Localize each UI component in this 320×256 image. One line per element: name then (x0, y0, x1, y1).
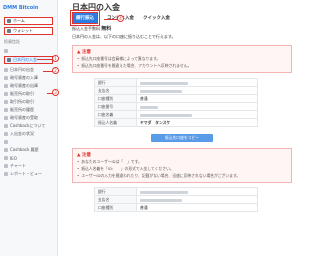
menu-icon (4, 116, 8, 120)
menu-icon (4, 148, 8, 152)
menu-icon (4, 156, 8, 160)
callout-arrow (104, 19, 118, 20)
table-row: 口座種別 普通 (94, 94, 258, 103)
warning-box: ▲ 注意 振込先口座番号は会員様によって異なります。 振込先口座番号を間違えた場… (72, 45, 292, 73)
menu-icon (7, 29, 11, 33)
warning-item: 振込人名義を「ID: 」の形式で入金してください。 (77, 166, 287, 172)
menu-icon (4, 172, 8, 176)
sidebar-item[interactable]: 暗号資産の入庫 (0, 74, 57, 82)
sidebar-item[interactable]: 販売所の履歴 (0, 106, 57, 114)
sidebar-item-label: Cashbackについて (10, 123, 46, 128)
fee-value: 無料 (101, 26, 112, 32)
warning-item: 振込先口座番号は会員様によって異なります。 (77, 56, 287, 62)
tab-quick-deposit[interactable]: クイック入金 (143, 15, 170, 21)
warning-title: ▲ 注意 (77, 50, 92, 55)
account-table-2: 銀行 支店名 口座種別 普通 (94, 187, 258, 212)
warning-item: 振込先口座番号を間違えた場合、アカウントへ反映されません。 (77, 63, 287, 69)
callout-marker-3: 3 (52, 89, 59, 96)
brand-logo[interactable]: DMM Bitcoin (0, 0, 57, 16)
sidebar-item[interactable]: 暗号資産の出庫 (0, 82, 57, 90)
menu-icon (4, 68, 8, 72)
menu-icon (4, 49, 8, 53)
sidebar-item-label: Cashback 履歴 (10, 147, 39, 152)
sidebar-item[interactable] (0, 138, 57, 146)
sidebar-item[interactable]: 日本円の入金 (4, 56, 53, 64)
sidebar-item-label: ウォレット (13, 28, 33, 33)
sidebar-item[interactable]: 日本円の出金 (0, 66, 57, 74)
sidebar-item-label: 取引所の取引 (10, 99, 34, 104)
menu-icon (4, 164, 8, 168)
deposit-tabs: 銀行振込 コンビニ入金 クイック入金 (70, 10, 292, 26)
table-row: 振込人名義 ヤマダ タンスケ (94, 118, 258, 127)
sidebar-item[interactable]: ホーム (4, 17, 53, 25)
sidebar-item-label: 暗号資産の入庫 (10, 75, 38, 80)
callout-marker-4: 4 (117, 15, 124, 22)
sidebar-item-label: 日本円の出金 (10, 67, 34, 72)
sidebar-item-label: 暗号資産の出庫 (10, 83, 38, 88)
table-row: 銀行 (94, 187, 258, 196)
sidebar-item[interactable] (0, 47, 57, 55)
warning-item: あなたのユーザーIDは「 」です。 (77, 159, 287, 165)
menu-icon (4, 124, 8, 128)
sidebar-menu: ホームウォレット投資信託日本円の入金 日本円の出金 暗号資産の入庫 暗号資産の出庫 販売… (0, 17, 57, 178)
copy-account-button[interactable]: 振込先口座をコピー (151, 134, 213, 142)
sidebar-item[interactable]: Cashback 履歴 (0, 146, 57, 154)
table-row: 支店名 (94, 86, 258, 95)
warning-icon: ▲ (77, 50, 81, 55)
main-content: 日本円の入金 銀行振込 コンビニ入金 クイック入金 振込入金手数料 無料 日本円… (60, 0, 300, 256)
table-row: 口座名義 (94, 110, 258, 119)
fee-line: 振込入金手数料 無料 (72, 25, 292, 32)
sidebar-item-label: IEO (10, 155, 17, 161)
table-row: 口座種別 普通 (94, 203, 258, 212)
menu-icon (4, 132, 8, 136)
sidebar-item-label: 日本円の入金 (13, 57, 37, 62)
warning-icon: ▲ (77, 153, 81, 158)
table-row: 銀行 (94, 78, 258, 87)
sidebar-item[interactable]: Cashbackについて (0, 122, 57, 130)
account-table: 銀行 支店名 口座種別 普通 口座番号 口座名義 振込人名義 ヤマダ タンスケ (94, 78, 258, 127)
menu-icon (7, 19, 11, 23)
menu-icon (4, 76, 8, 80)
sidebar-item-label: 入出金の状況 (10, 131, 34, 136)
sidebar-item-label: 暗号資産の受取 (10, 115, 38, 120)
sidebar-item-label: チャート (10, 163, 26, 168)
sidebar-item[interactable]: IEO (0, 154, 57, 162)
sidebar: DMM Bitcoin ホームウォレット投資信託日本円の入金 日本円の出金 暗号資産… (0, 0, 58, 256)
menu-icon (7, 58, 11, 62)
menu-icon (4, 140, 8, 144)
sidebar-item-label: レポート・ビュー (10, 171, 42, 176)
menu-icon (4, 108, 8, 112)
callout-marker-2: 2 (52, 67, 59, 74)
menu-icon (4, 100, 8, 104)
sidebar-item[interactable]: 取引所の取引 (0, 98, 57, 106)
menu-icon (4, 92, 8, 96)
warning-title: ▲ 注意 (77, 153, 92, 158)
tab-bank-transfer[interactable]: 銀行振込 (70, 10, 100, 26)
sidebar-item[interactable]: 販売所の取引 (0, 90, 57, 98)
sidebar-section-label: 投資信託 (4, 39, 20, 44)
sidebar-item[interactable]: 暗号資産の受取 (0, 114, 57, 122)
fee-label: 振込入金手数料 (72, 26, 100, 31)
sidebar-item[interactable]: レポート・ビュー (0, 170, 57, 178)
table-row: 支店名 (94, 195, 258, 204)
warning-item: ユーザーIDの入力を間違われたり、記載がない場合、迅速に反映されない場合がござい… (77, 173, 287, 179)
sidebar-item[interactable]: 入出金の状況 (0, 130, 57, 138)
deposit-description: 日本円の入金は、以下の口座に振り込むことで行えます。 (72, 34, 176, 39)
sidebar-item-label: 販売所の履歴 (10, 107, 34, 112)
sidebar-item[interactable]: チャート (0, 162, 57, 170)
sidebar-item[interactable]: ウォレット (4, 27, 53, 35)
callout-arrow (37, 59, 53, 60)
page-title: 日本円の入金 (72, 3, 120, 12)
menu-icon (4, 84, 8, 88)
sidebar-item-label: 販売所の取引 (10, 91, 34, 96)
callout-marker-1: 1 (52, 55, 59, 62)
warning-box: ▲ 注意 あなたのユーザーIDは「 」です。 振込人名義を「ID: 」の形式で入… (72, 148, 292, 183)
sidebar-item-label: ホーム (13, 18, 25, 23)
table-row: 口座番号 (94, 102, 258, 111)
